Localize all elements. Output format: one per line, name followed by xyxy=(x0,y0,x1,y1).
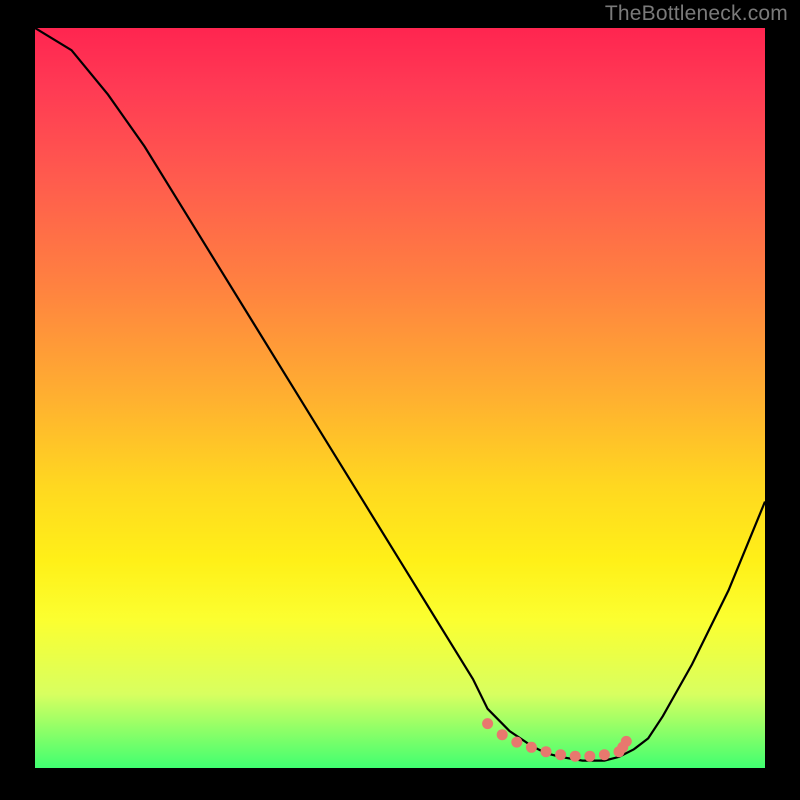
chart-svg xyxy=(35,28,765,768)
bottleneck-curve xyxy=(35,28,765,761)
chart-container: TheBottleneck.com xyxy=(0,0,800,800)
watermark-text: TheBottleneck.com xyxy=(605,2,788,26)
marker-dot xyxy=(599,749,610,760)
marker-dot xyxy=(511,737,522,748)
marker-dot xyxy=(526,742,537,753)
marker-dot xyxy=(570,751,581,762)
marker-dot xyxy=(621,736,632,747)
plot-area xyxy=(35,28,765,768)
marker-dot xyxy=(555,749,566,760)
marker-dot xyxy=(584,751,595,762)
marker-dot xyxy=(541,746,552,757)
marker-dot xyxy=(497,729,508,740)
marker-dot xyxy=(482,718,493,729)
